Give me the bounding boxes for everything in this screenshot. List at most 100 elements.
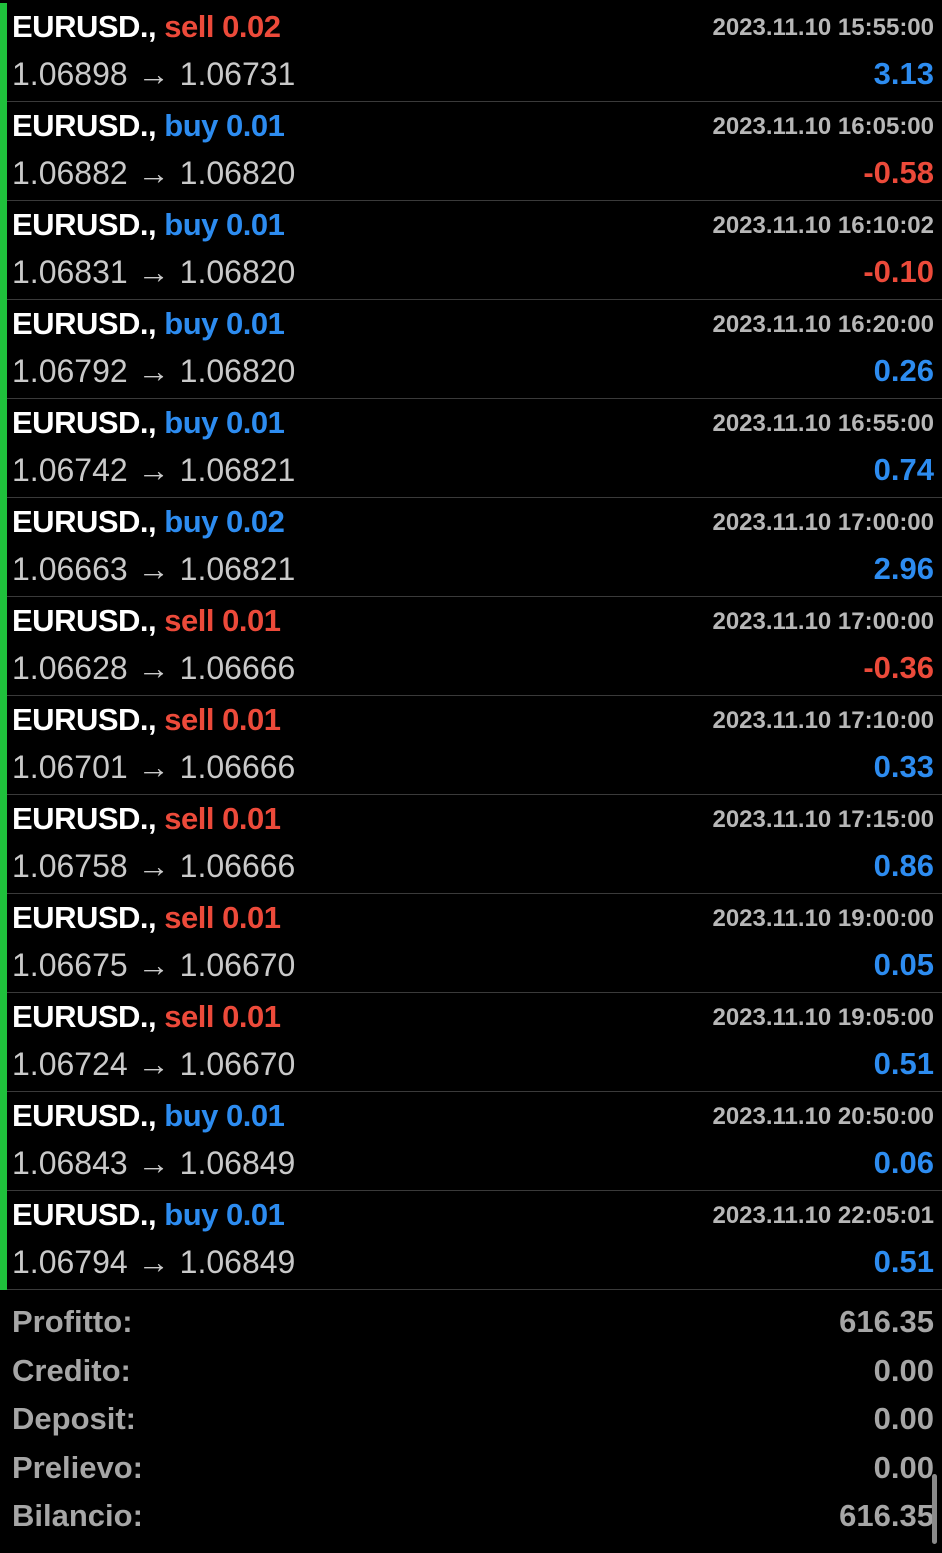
trade-prices: 1.06843 → 1.06849	[12, 1145, 295, 1182]
trade-volume: 0.01	[226, 207, 285, 242]
trade-side: sell	[164, 801, 214, 836]
vertical-scrollbar[interactable]	[932, 1474, 937, 1544]
arrow-right-icon: →	[137, 452, 170, 488]
trade-symbol: EURUSD.,	[12, 999, 157, 1034]
open-price: 1.06675	[12, 947, 128, 983]
arrow-right-icon: →	[137, 353, 170, 389]
open-price: 1.06843	[12, 1145, 128, 1181]
trade-title: EURUSD., sell 0.01	[12, 702, 281, 738]
trade-row[interactable]: EURUSD., sell 0.01 2023.11.10 17:10:00 1…	[0, 696, 942, 795]
trade-volume: 0.01	[226, 306, 285, 341]
trade-side: buy	[164, 1197, 218, 1232]
arrow-right-icon: →	[137, 650, 170, 686]
trade-symbol: EURUSD.,	[12, 207, 157, 242]
trade-time: 2023.11.10 16:05:00	[712, 113, 934, 140]
arrow-right-icon: →	[137, 1244, 170, 1280]
trade-title: EURUSD., buy 0.01	[12, 108, 285, 144]
trade-profit: 0.26	[873, 353, 934, 388]
open-price: 1.06663	[12, 551, 128, 587]
trade-prices: 1.06724 → 1.06670	[12, 1046, 295, 1083]
trade-time: 2023.11.10 17:00:00	[712, 608, 934, 635]
trade-prices: 1.06882 → 1.06820	[12, 155, 295, 192]
trade-prices: 1.06628 → 1.06666	[12, 650, 295, 687]
trade-row[interactable]: EURUSD., sell 0.01 2023.11.10 19:00:00 1…	[0, 894, 942, 993]
open-price: 1.06831	[12, 254, 128, 290]
open-price: 1.06898	[12, 56, 128, 92]
trade-symbol: EURUSD.,	[12, 1098, 157, 1133]
trade-volume: 0.01	[222, 702, 281, 737]
trade-side: sell	[164, 702, 214, 737]
trade-row[interactable]: EURUSD., sell 0.01 2023.11.10 19:05:00 1…	[0, 993, 942, 1092]
arrow-right-icon: →	[137, 749, 170, 785]
trade-profit: -0.58	[863, 155, 934, 190]
trade-row[interactable]: EURUSD., sell 0.02 2023.11.10 15:55:00 1…	[0, 3, 942, 102]
close-price: 1.06731	[179, 56, 296, 92]
trade-title: EURUSD., sell 0.01	[12, 603, 281, 639]
trade-volume: 0.01	[226, 1098, 285, 1133]
trade-time: 2023.11.10 16:55:00	[712, 410, 934, 437]
summary-value: 0.00	[873, 1401, 934, 1437]
open-price: 1.06792	[12, 353, 128, 389]
close-price: 1.06666	[179, 848, 296, 884]
trade-side: sell	[164, 900, 214, 935]
open-price: 1.06794	[12, 1244, 128, 1280]
close-price: 1.06849	[179, 1145, 296, 1181]
trade-time: 2023.11.10 22:05:01	[712, 1202, 934, 1229]
trade-volume: 0.01	[226, 405, 285, 440]
trade-symbol: EURUSD.,	[12, 801, 157, 836]
arrow-right-icon: →	[137, 155, 170, 191]
trade-title: EURUSD., buy 0.01	[12, 1197, 285, 1233]
trade-time: 2023.11.10 17:00:00	[712, 509, 934, 536]
trade-volume: 0.01	[226, 108, 285, 143]
summary-value: 616.35	[839, 1304, 934, 1339]
trade-row[interactable]: EURUSD., sell 0.01 2023.11.10 17:00:00 1…	[0, 597, 942, 696]
trade-side: buy	[164, 405, 218, 440]
trade-time: 2023.11.10 17:15:00	[712, 806, 934, 833]
trade-volume: 0.01	[222, 603, 281, 638]
trade-row[interactable]: EURUSD., buy 0.01 2023.11.10 16:55:00 1.…	[0, 399, 942, 498]
summary-value: 0.00	[873, 1352, 934, 1388]
trade-time: 2023.11.10 19:00:00	[712, 905, 934, 932]
summary-row-profit: Profitto: 616.35	[0, 1298, 942, 1347]
trade-row[interactable]: EURUSD., sell 0.01 2023.11.10 17:15:00 1…	[0, 795, 942, 894]
close-price: 1.06670	[179, 947, 296, 983]
trade-row[interactable]: EURUSD., buy 0.02 2023.11.10 17:00:00 1.…	[0, 498, 942, 597]
arrow-right-icon: →	[137, 254, 170, 290]
open-price: 1.06742	[12, 452, 128, 488]
arrow-right-icon: →	[137, 56, 170, 92]
summary-label: Credito:	[12, 1352, 131, 1388]
close-price: 1.06820	[179, 254, 296, 290]
trade-volume: 0.02	[226, 504, 285, 539]
trade-title: EURUSD., buy 0.01	[12, 1098, 285, 1134]
account-summary: Profitto: 616.35 Credito: 0.00 Deposit: …	[0, 1298, 942, 1541]
trade-row[interactable]: EURUSD., buy 0.01 2023.11.10 16:20:00 1.…	[0, 300, 942, 399]
summary-value: 0.00	[873, 1449, 934, 1485]
close-price: 1.06666	[179, 650, 296, 686]
trade-profit: 3.13	[873, 56, 934, 91]
trade-side: buy	[164, 207, 218, 242]
trade-symbol: EURUSD.,	[12, 108, 157, 143]
trade-time: 2023.11.10 16:10:02	[712, 212, 934, 239]
trade-row[interactable]: EURUSD., buy 0.01 2023.11.10 16:05:00 1.…	[0, 102, 942, 201]
open-price: 1.06758	[12, 848, 128, 884]
summary-label: Profitto:	[12, 1304, 133, 1339]
trade-prices: 1.06701 → 1.06666	[12, 749, 295, 786]
trade-row[interactable]: EURUSD., buy 0.01 2023.11.10 22:05:01 1.…	[0, 1191, 942, 1290]
trade-volume: 0.01	[222, 900, 281, 935]
trade-volume: 0.02	[222, 9, 281, 44]
trade-title: EURUSD., sell 0.01	[12, 999, 281, 1035]
trade-prices: 1.06898 → 1.06731	[12, 56, 295, 93]
trade-prices: 1.06742 → 1.06821	[12, 452, 295, 489]
summary-label: Deposit:	[12, 1401, 136, 1437]
close-price: 1.06820	[179, 155, 296, 191]
trade-side: sell	[164, 603, 214, 638]
trade-row[interactable]: EURUSD., buy 0.01 2023.11.10 16:10:02 1.…	[0, 201, 942, 300]
trade-time: 2023.11.10 20:50:00	[712, 1103, 934, 1130]
trade-title: EURUSD., buy 0.02	[12, 504, 285, 540]
summary-row-deposit: Deposit: 0.00	[0, 1395, 942, 1444]
open-price: 1.06724	[12, 1046, 128, 1082]
trade-profit: 0.06	[873, 1145, 934, 1180]
trade-row[interactable]: EURUSD., buy 0.01 2023.11.10 20:50:00 1.…	[0, 1092, 942, 1191]
summary-row-balance: Bilancio: 616.35	[0, 1492, 942, 1541]
summary-row-withdrawal: Prelievo: 0.00	[0, 1444, 942, 1493]
